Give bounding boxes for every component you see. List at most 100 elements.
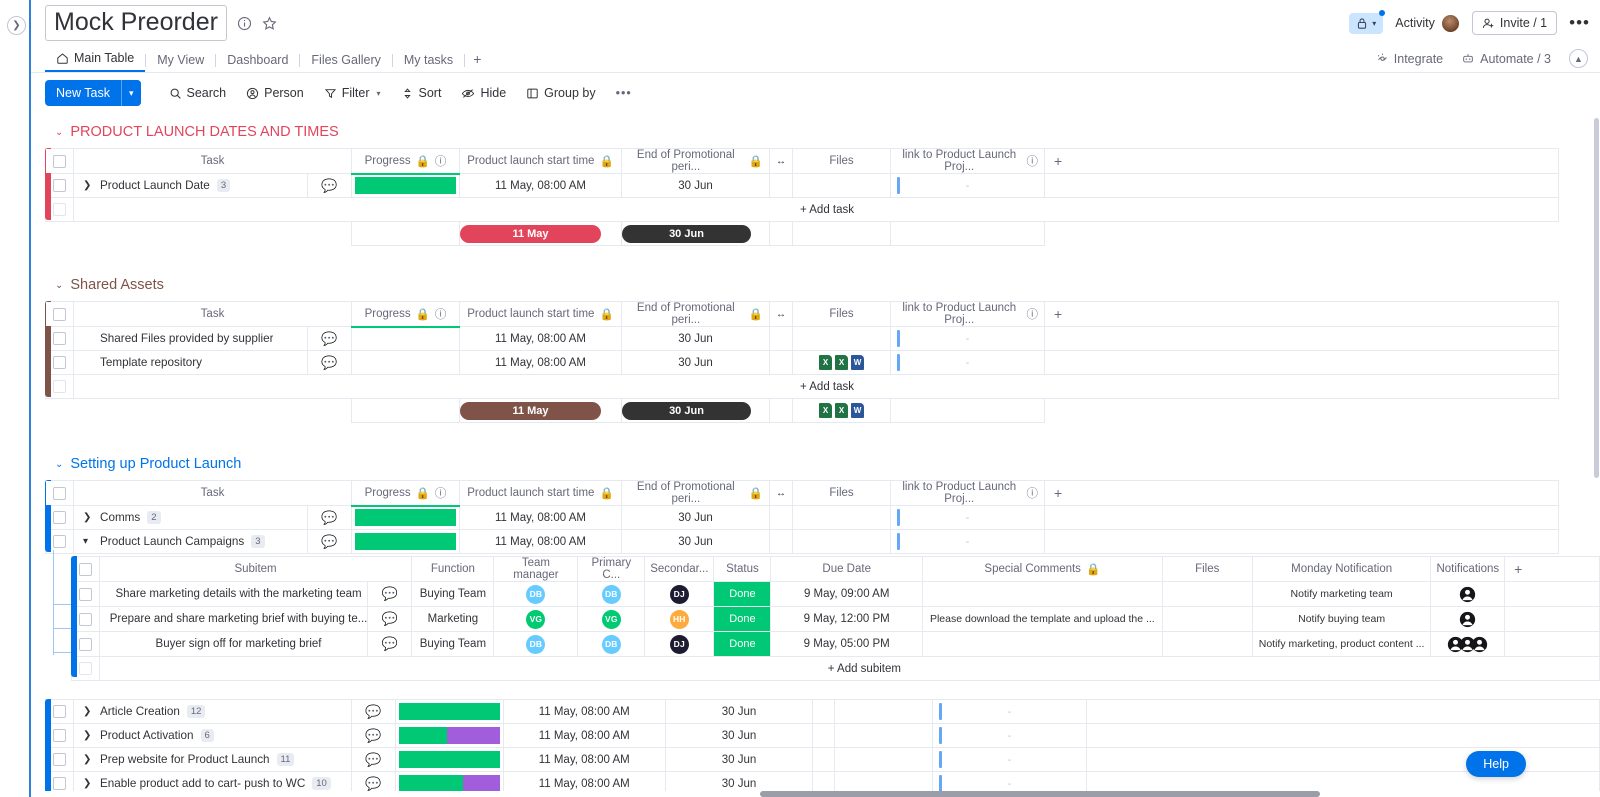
files-cell[interactable] [793, 327, 891, 351]
add-task-cell[interactable]: + Add task [74, 375, 1559, 399]
row-checkbox[interactable] [53, 753, 66, 766]
table-row[interactable]: ❯ Product Activation 6 💬 11 May, 08:00 A… [46, 724, 1600, 748]
task-name-cell[interactable]: ❯ Product Activation 6 [73, 724, 351, 748]
toolbar-more-button[interactable]: ••• [606, 81, 642, 105]
end-period-cell[interactable]: 30 Jun [665, 772, 813, 792]
row-chat-cell[interactable]: 💬 [308, 530, 352, 554]
task-name-cell[interactable]: ❯ Comms 2 [74, 506, 308, 530]
tab-main-table[interactable]: Main Table [45, 51, 145, 72]
column-header-end-period[interactable]: End of Promotional peri...🔒 [622, 302, 770, 327]
column-header-progress[interactable]: Progress🔒ⓘ [352, 302, 460, 327]
horizontal-scrollbar[interactable] [760, 791, 1320, 797]
progress-cell[interactable] [352, 530, 460, 554]
subitem-row[interactable]: Share marketing details with the marketi… [72, 582, 1600, 607]
notifications-cell[interactable] [1431, 607, 1505, 632]
column-header-task[interactable]: Task [74, 481, 352, 506]
files-cell[interactable] [835, 748, 933, 772]
subitem-name-cell[interactable]: Prepare and share marketing brief with b… [99, 607, 368, 632]
star-icon[interactable] [262, 16, 277, 31]
column-header-status[interactable]: Status [714, 557, 771, 582]
row-chat-cell[interactable]: 💬 [308, 506, 352, 530]
column-header-link[interactable]: link to Product Launch Proj...ⓘ [891, 302, 1045, 327]
row-checkbox[interactable] [79, 638, 92, 651]
column-resize-handle[interactable]: ↔ [770, 481, 793, 506]
start-time-cell[interactable]: 11 May, 08:00 AM [460, 530, 622, 554]
column-header-subitem-files[interactable]: Files [1162, 557, 1252, 582]
table-row[interactable]: ▾ Product Launch Campaigns 3 💬 11 May, 0… [46, 530, 1559, 554]
activity-button[interactable]: Activity [1395, 14, 1460, 33]
secondary-contact-cell[interactable]: DJ [645, 632, 714, 657]
column-header-monday-notification[interactable]: Monday Notification [1252, 557, 1431, 582]
select-all-header[interactable] [46, 302, 74, 327]
add-task-cell[interactable]: + Add task [74, 198, 1559, 222]
avatar[interactable]: DB [526, 635, 545, 654]
new-task-button[interactable]: New Task ▾ [45, 80, 141, 106]
special-comments-cell[interactable] [922, 582, 1162, 607]
start-time-cell[interactable]: 11 May, 08:00 AM [503, 772, 665, 792]
start-time-cell[interactable]: 11 May, 08:00 AM [460, 174, 622, 198]
add-column-button[interactable]: + [1045, 302, 1559, 327]
search-button[interactable]: Search [159, 81, 237, 105]
column-header-team-manager[interactable]: Team manager [494, 557, 578, 582]
avatar[interactable]: VG [602, 610, 621, 629]
group-header[interactable]: ⌄ PRODUCT LAUNCH DATES AND TIMES [31, 113, 1600, 148]
avatar[interactable] [1441, 14, 1460, 33]
select-all-checkbox[interactable] [79, 563, 92, 576]
person-filter-button[interactable]: Person [236, 81, 314, 105]
status-cell[interactable]: Done [714, 607, 771, 632]
column-resize-handle[interactable]: ↔ [770, 302, 793, 327]
subitem-row[interactable]: Prepare and share marketing brief with b… [72, 607, 1600, 632]
files-cell[interactable] [835, 700, 933, 724]
collapse-row-icon[interactable]: ▾ [83, 536, 93, 547]
integrate-button[interactable]: Integrate [1376, 52, 1443, 66]
column-header-function[interactable]: Function [412, 557, 494, 582]
select-all-header[interactable] [46, 481, 74, 506]
progress-cell[interactable] [395, 724, 503, 748]
monday-notification-cell[interactable]: Notify marketing, product content ... [1252, 632, 1431, 657]
row-chat-cell[interactable]: 💬 [351, 772, 395, 792]
column-header-progress[interactable]: Progress🔒ⓘ [352, 149, 460, 174]
progress-cell[interactable] [395, 772, 503, 792]
subitem-files-cell[interactable] [1162, 607, 1252, 632]
column-header-progress[interactable]: Progress🔒ⓘ [352, 481, 460, 506]
avatar[interactable]: DB [526, 585, 545, 604]
start-time-cell[interactable]: 11 May, 08:00 AM [460, 506, 622, 530]
link-cell[interactable]: - [891, 351, 1045, 375]
files-cell[interactable] [793, 174, 891, 198]
column-header-end-period[interactable]: End of Promotional peri...🔒 [622, 481, 770, 506]
start-time-cell[interactable]: 11 May, 08:00 AM [503, 700, 665, 724]
start-time-cell[interactable]: 11 May, 08:00 AM [503, 724, 665, 748]
chevron-down-icon[interactable]: ⌄ [55, 280, 63, 291]
task-name-cell[interactable]: ▾ Product Launch Campaigns 3 [74, 530, 308, 554]
board-title[interactable]: Mock Preorder [45, 5, 227, 41]
row-checkbox[interactable] [53, 179, 66, 192]
row-chat-cell[interactable]: 💬 [351, 748, 395, 772]
automate-button[interactable]: Automate / 3 [1461, 52, 1551, 66]
collapse-header-button[interactable]: ▲ [1569, 49, 1588, 68]
column-header-files[interactable]: Files [793, 302, 891, 327]
row-chat-cell[interactable]: 💬 [308, 351, 352, 375]
column-header-end-period[interactable]: End of Promotional peri...🔒 [622, 149, 770, 174]
progress-cell[interactable] [352, 327, 460, 351]
due-date-cell[interactable]: 9 May, 12:00 PM [771, 607, 923, 632]
info-icon[interactable] [237, 16, 252, 31]
table-row[interactable]: ❯ Article Creation 12 💬 11 May, 08:00 AM… [46, 700, 1600, 724]
due-date-cell[interactable]: 9 May, 05:00 PM [771, 632, 923, 657]
row-checkbox[interactable] [79, 588, 92, 601]
vertical-scrollbar[interactable] [1594, 118, 1599, 478]
chevron-down-icon[interactable]: ⌄ [55, 127, 63, 138]
task-name-cell[interactable]: ❯ Enable product add to cart- push to WC… [73, 772, 351, 792]
function-cell[interactable]: Marketing [412, 607, 494, 632]
column-header-notifications[interactable]: Notifications [1431, 557, 1505, 582]
add-column-button[interactable]: + [1045, 149, 1559, 174]
group-header[interactable]: ⌄ Setting up Product Launch [31, 445, 1600, 480]
tab-files-gallery[interactable]: Files Gallery [300, 53, 391, 72]
end-period-cell[interactable]: 30 Jun [665, 724, 813, 748]
word-file-icon[interactable]: W [851, 355, 864, 370]
expand-row-icon[interactable]: ❯ [83, 730, 93, 741]
table-row[interactable]: Template repository 💬 11 May, 08:00 AM 3… [46, 351, 1559, 375]
new-task-caret-icon[interactable]: ▾ [121, 80, 141, 106]
group-by-button[interactable]: Group by [516, 81, 605, 105]
tab-my-view[interactable]: My View [146, 53, 215, 72]
column-header-link[interactable]: link to Product Launch Proj...ⓘ [891, 149, 1045, 174]
